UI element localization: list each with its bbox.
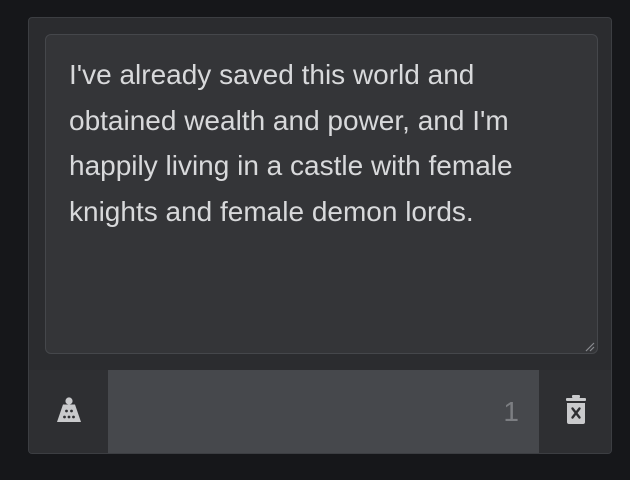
weight-icon (54, 395, 84, 430)
trash-icon (563, 395, 589, 430)
item-card: I've already saved this world and obtain… (28, 17, 612, 454)
quantity-input[interactable]: 1 (108, 370, 539, 453)
quantity-value: 1 (503, 396, 519, 427)
delete-button[interactable] (539, 370, 611, 453)
description-textarea[interactable]: I've already saved this world and obtain… (45, 34, 598, 354)
resize-handle-icon[interactable] (583, 339, 595, 352)
item-controls: 1 (29, 370, 611, 453)
weight-button[interactable] (29, 370, 108, 453)
description-text[interactable]: I've already saved this world and obtain… (69, 52, 567, 234)
